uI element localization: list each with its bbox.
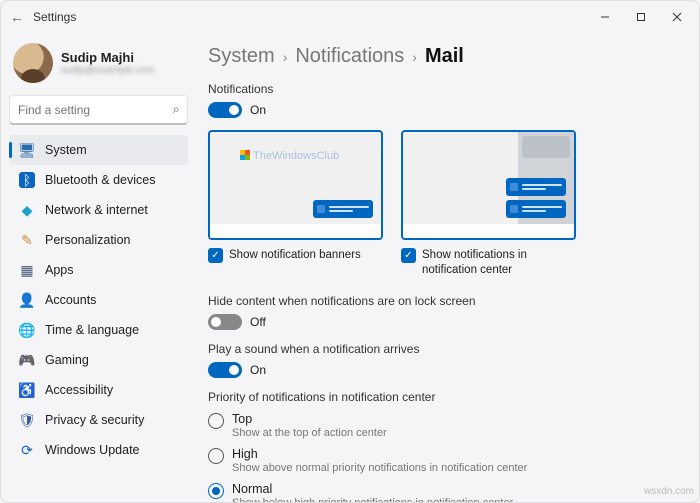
priority-option-desc: Show at the top of action center: [232, 427, 387, 439]
priority-label: Priority of notifications in notificatio…: [208, 390, 675, 404]
sidebar-item-network-internet[interactable]: ◆ Network & internet: [9, 195, 188, 225]
priority-option-top[interactable]: TopShow at the top of action center: [208, 412, 675, 439]
sidebar: Sudip Majhi sudip@example.com ⌕ 🖥 System ᛒ…: [1, 33, 196, 502]
sidebar-item-label: Gaming: [45, 353, 89, 367]
chevron-right-icon: ›: [412, 49, 417, 65]
show-center-label: Show notifications in notification cente…: [422, 248, 576, 278]
priority-option-high[interactable]: HighShow above normal priority notificat…: [208, 447, 675, 474]
watermark-text: TheWindowsClub: [240, 150, 339, 162]
sidebar-item-privacy-security[interactable]: 🛡 Privacy & security: [9, 405, 188, 435]
search-input[interactable]: [18, 103, 173, 117]
sound-label: Play a sound when a notification arrives: [208, 342, 675, 356]
breadcrumb-system[interactable]: System: [208, 45, 275, 68]
breadcrumb-current: Mail: [425, 45, 464, 68]
show-banners-label: Show notification banners: [229, 248, 361, 263]
sound-state: On: [250, 363, 266, 377]
i-system-icon: 🖥: [19, 142, 35, 158]
radio-icon[interactable]: [208, 448, 224, 464]
notification-previews: TheWindowsClub ✓ Show notification banne…: [208, 130, 675, 278]
back-button[interactable]: ←: [5, 9, 29, 25]
center-preview[interactable]: [401, 130, 576, 240]
sidebar-item-windows-update[interactable]: ⟳ Windows Update: [9, 435, 188, 465]
sidebar-item-label: Personalization: [45, 233, 130, 247]
breadcrumb-notifications[interactable]: Notifications: [295, 45, 404, 68]
titlebar: ← Settings: [1, 1, 699, 33]
close-button[interactable]: [659, 3, 695, 31]
sidebar-item-label: Network & internet: [45, 203, 148, 217]
sidebar-item-gaming[interactable]: 🎮 Gaming: [9, 345, 188, 375]
banner-preview[interactable]: TheWindowsClub: [208, 130, 383, 240]
sidebar-item-time-language[interactable]: 🌐 Time & language: [9, 315, 188, 345]
sound-toggle[interactable]: [208, 362, 242, 378]
chevron-right-icon: ›: [283, 49, 288, 65]
radio-icon[interactable]: [208, 413, 224, 429]
sidebar-item-label: Privacy & security: [45, 413, 144, 427]
i-game-icon: 🎮: [19, 352, 35, 368]
priority-radiogroup: TopShow at the top of action centerHighS…: [208, 412, 675, 502]
i-pers-icon: ✎: [19, 232, 35, 248]
i-priv-icon: 🛡: [19, 412, 35, 428]
profile-block[interactable]: Sudip Majhi sudip@example.com: [9, 37, 188, 93]
breadcrumb: System › Notifications › Mail: [208, 45, 675, 68]
notifications-toggle[interactable]: [208, 102, 242, 118]
sidebar-item-apps[interactable]: ▦ Apps: [9, 255, 188, 285]
sidebar-item-label: Time & language: [45, 323, 139, 337]
minimize-button[interactable]: [587, 3, 623, 31]
sidebar-item-accessibility[interactable]: ♿ Accessibility: [9, 375, 188, 405]
i-acct-icon: 👤: [19, 292, 35, 308]
sidebar-item-personalization[interactable]: ✎ Personalization: [9, 225, 188, 255]
page-watermark: wsxdn.com: [644, 486, 694, 497]
i-time-icon: 🌐: [19, 322, 35, 338]
show-center-checkbox[interactable]: ✓: [401, 248, 416, 263]
priority-option-label: Top: [232, 412, 387, 426]
i-net-icon: ◆: [19, 202, 35, 218]
sidebar-item-label: Bluetooth & devices: [45, 173, 156, 187]
priority-option-label: Normal: [232, 482, 513, 496]
priority-option-normal[interactable]: NormalShow below high priority notificat…: [208, 482, 675, 502]
hide-content-label: Hide content when notifications are on l…: [208, 294, 675, 308]
sidebar-item-label: System: [45, 143, 87, 157]
sidebar-item-bluetooth-devices[interactable]: ᛒ Bluetooth & devices: [9, 165, 188, 195]
priority-option-desc: Show below high priority notifications i…: [232, 497, 513, 502]
i-wu-icon: ⟳: [19, 442, 35, 458]
notifications-state: On: [250, 103, 266, 117]
sidebar-item-label: Windows Update: [45, 443, 140, 457]
user-email: sudip@example.com: [61, 65, 155, 76]
i-apps-icon: ▦: [19, 262, 35, 278]
sidebar-item-system[interactable]: 🖥 System: [9, 135, 188, 165]
search-box[interactable]: ⌕: [9, 95, 188, 125]
sidebar-item-label: Accounts: [45, 293, 96, 307]
radio-icon[interactable]: [208, 483, 224, 499]
hide-content-toggle[interactable]: [208, 314, 242, 330]
sidebar-item-accounts[interactable]: 👤 Accounts: [9, 285, 188, 315]
search-icon: ⌕: [173, 102, 180, 117]
window-title: Settings: [33, 10, 76, 24]
priority-option-desc: Show above normal priority notifications…: [232, 462, 527, 474]
show-banners-checkbox[interactable]: ✓: [208, 248, 223, 263]
i-bt-icon: ᛒ: [19, 172, 35, 188]
priority-option-label: High: [232, 447, 527, 461]
sidebar-item-label: Accessibility: [45, 383, 113, 397]
avatar: [13, 43, 53, 83]
main-content: System › Notifications › Mail Notificati…: [196, 33, 699, 502]
sidebar-item-label: Apps: [45, 263, 74, 277]
user-name: Sudip Majhi: [61, 50, 155, 65]
i-acc-icon: ♿: [19, 382, 35, 398]
maximize-button[interactable]: [623, 3, 659, 31]
notifications-label: Notifications: [208, 82, 675, 96]
hide-content-state: Off: [250, 315, 266, 329]
